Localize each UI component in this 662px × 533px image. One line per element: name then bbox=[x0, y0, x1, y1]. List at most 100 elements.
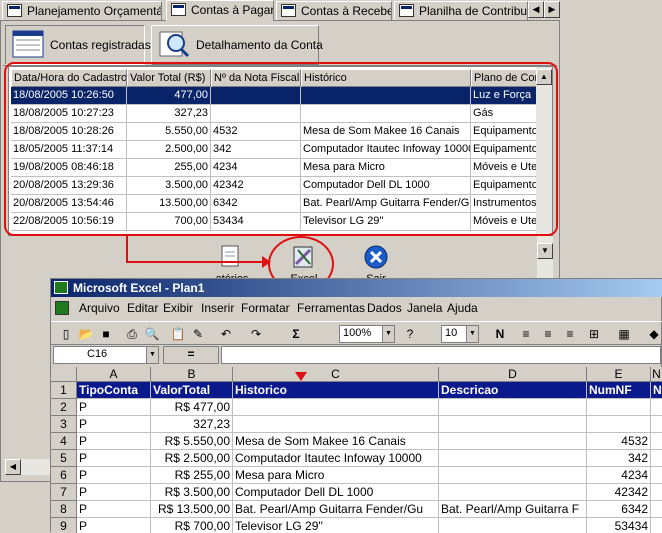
panel-scroll-left-button[interactable]: ◀ bbox=[5, 459, 21, 475]
cell[interactable]: R$ 5.550,00 bbox=[151, 433, 233, 450]
cell[interactable] bbox=[651, 501, 662, 518]
header-cell[interactable]: ValorTotal bbox=[151, 382, 233, 399]
menu-item[interactable]: Dados bbox=[367, 301, 402, 315]
cell[interactable] bbox=[587, 416, 651, 433]
cell[interactable]: R$ 2.500,00 bbox=[151, 450, 233, 467]
panel-scroll-down-button[interactable]: ▼ bbox=[537, 243, 553, 259]
header-cell[interactable]: Descricao bbox=[439, 382, 587, 399]
undo-icon[interactable]: ↶ bbox=[217, 325, 235, 343]
cell[interactable] bbox=[587, 399, 651, 416]
autosum-icon[interactable]: Σ bbox=[287, 325, 305, 343]
cell[interactable]: P bbox=[77, 433, 151, 450]
cell[interactable]: 327,23 bbox=[151, 416, 233, 433]
cell[interactable]: 4234 bbox=[587, 467, 651, 484]
column-header[interactable]: E bbox=[587, 367, 651, 382]
fx-button[interactable]: = bbox=[163, 346, 219, 364]
header-cell[interactable]: N bbox=[651, 382, 662, 399]
column-header[interactable]: N bbox=[651, 367, 662, 382]
cell[interactable]: 342 bbox=[587, 450, 651, 467]
namebox-input[interactable]: C16 ▼ bbox=[53, 346, 159, 364]
paste-icon[interactable]: 📋 bbox=[169, 325, 187, 343]
cell[interactable] bbox=[439, 518, 587, 533]
row-header[interactable]: 9 bbox=[51, 518, 77, 533]
cell[interactable]: P bbox=[77, 399, 151, 416]
menu-item[interactable]: Ajuda bbox=[447, 301, 478, 315]
align-left-icon[interactable]: ≡ bbox=[517, 325, 535, 343]
row-header[interactable]: 2 bbox=[51, 399, 77, 416]
row-header[interactable]: 7 bbox=[51, 484, 77, 501]
menu-item[interactable]: Janela bbox=[407, 301, 442, 315]
tab-contas-receber[interactable]: Contas à Receber bbox=[276, 1, 392, 20]
cell[interactable]: Mesa de Som Makee 16 Canais bbox=[233, 433, 439, 450]
format-painter-icon[interactable]: ✎ bbox=[189, 325, 207, 343]
bold-button[interactable]: N bbox=[491, 325, 509, 343]
merge-center-icon[interactable]: ⊞ bbox=[585, 325, 603, 343]
cell[interactable]: P bbox=[77, 484, 151, 501]
cell[interactable]: 42342 bbox=[587, 484, 651, 501]
menu-item[interactable]: Editar bbox=[127, 301, 158, 315]
header-cell[interactable]: Historico bbox=[233, 382, 439, 399]
cell[interactable]: P bbox=[77, 501, 151, 518]
tab-planilha[interactable]: Planilha de Contribuição bbox=[394, 1, 528, 20]
cell[interactable]: R$ 255,00 bbox=[151, 467, 233, 484]
cell[interactable] bbox=[651, 484, 662, 501]
menu-item[interactable]: Inserir bbox=[201, 301, 234, 315]
open-icon[interactable]: 📂 bbox=[77, 325, 95, 343]
cell[interactable] bbox=[651, 450, 662, 467]
cell[interactable] bbox=[439, 416, 587, 433]
select-all-button[interactable] bbox=[51, 367, 77, 382]
column-header[interactable]: C bbox=[233, 367, 439, 382]
print-preview-icon[interactable]: 🔍 bbox=[143, 325, 161, 343]
cell[interactable]: Mesa para Micro bbox=[233, 467, 439, 484]
cell[interactable]: P bbox=[77, 518, 151, 533]
menu-item[interactable]: Exibir bbox=[163, 301, 193, 315]
cell[interactable]: R$ 700,00 bbox=[151, 518, 233, 533]
cell[interactable] bbox=[651, 433, 662, 450]
menu-item[interactable]: Formatar bbox=[241, 301, 290, 315]
subtab-detalhamento[interactable]: Detalhamento da Conta bbox=[151, 25, 323, 65]
align-center-icon[interactable]: ≡ bbox=[539, 325, 557, 343]
cell[interactable] bbox=[439, 433, 587, 450]
cell[interactable] bbox=[651, 416, 662, 433]
cell[interactable]: Computador Dell DL 1000 bbox=[233, 484, 439, 501]
row-header[interactable]: 6 bbox=[51, 467, 77, 484]
redo-icon[interactable]: ↷ bbox=[247, 325, 265, 343]
print-icon[interactable]: ⎙ bbox=[123, 325, 141, 343]
cell[interactable]: Computador Itautec Infoway 10000 bbox=[233, 450, 439, 467]
tab-planejamento[interactable]: Planejamento Orçamentário bbox=[2, 1, 162, 20]
cell[interactable]: Bat. Pearl/Amp Guitarra F bbox=[439, 501, 587, 518]
new-icon[interactable]: ▯ bbox=[57, 325, 75, 343]
cell[interactable]: P bbox=[77, 416, 151, 433]
borders-icon[interactable]: ▦ bbox=[615, 325, 633, 343]
cell[interactable] bbox=[439, 399, 587, 416]
cell[interactable]: 53434 bbox=[587, 518, 651, 533]
cell[interactable] bbox=[439, 484, 587, 501]
help-icon[interactable]: ? bbox=[401, 325, 419, 343]
cell[interactable] bbox=[651, 399, 662, 416]
cell[interactable] bbox=[651, 467, 662, 484]
fill-color-icon[interactable]: ◆ bbox=[645, 325, 662, 343]
zoom-select[interactable]: 100% ▼ bbox=[339, 325, 395, 343]
cell[interactable]: R$ 3.500,00 bbox=[151, 484, 233, 501]
column-header[interactable]: A bbox=[77, 367, 151, 382]
cell[interactable] bbox=[233, 416, 439, 433]
row-header[interactable]: 5 bbox=[51, 450, 77, 467]
subtab-contas-registradas[interactable]: Contas registradas bbox=[5, 25, 151, 65]
cell[interactable]: R$ 13.500,00 bbox=[151, 501, 233, 518]
cell[interactable]: 6342 bbox=[587, 501, 651, 518]
cell[interactable] bbox=[439, 450, 587, 467]
menu-item[interactable]: Arquivo bbox=[79, 301, 120, 315]
cell[interactable]: Televisor LG 29'' bbox=[233, 518, 439, 533]
header-cell[interactable]: TipoConta bbox=[77, 382, 151, 399]
cell[interactable]: 4532 bbox=[587, 433, 651, 450]
formula-input[interactable] bbox=[221, 346, 661, 364]
cell[interactable] bbox=[651, 518, 662, 533]
cell[interactable] bbox=[233, 399, 439, 416]
cell[interactable]: R$ 477,00 bbox=[151, 399, 233, 416]
font-size-select[interactable]: 10 ▼ bbox=[441, 325, 479, 343]
cell[interactable]: P bbox=[77, 450, 151, 467]
row-header[interactable]: 1 bbox=[51, 382, 77, 399]
menu-item[interactable]: Ferramentas bbox=[297, 301, 365, 315]
row-header[interactable]: 4 bbox=[51, 433, 77, 450]
column-header[interactable]: B bbox=[151, 367, 233, 382]
